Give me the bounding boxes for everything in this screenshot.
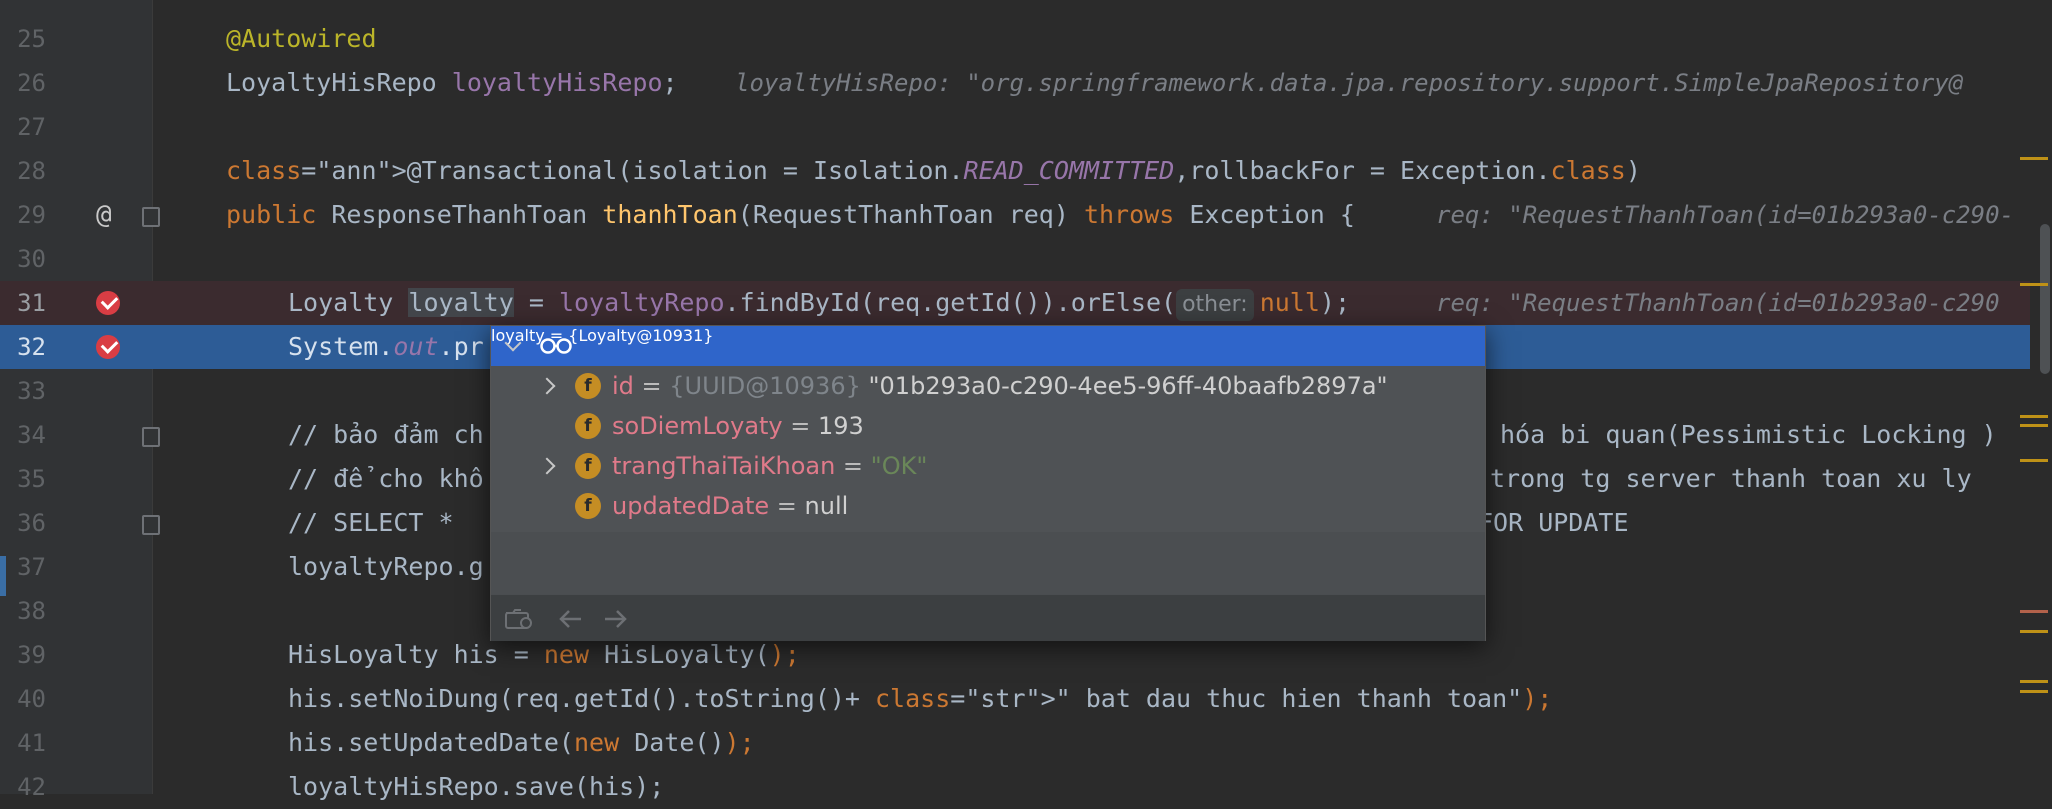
chevron-right-icon[interactable] [538, 377, 556, 395]
forward-arrow-icon[interactable] [601, 608, 629, 630]
field-icon: f [575, 453, 601, 479]
code-text: loyaltyRepo.g [288, 552, 484, 581]
line-number: 30 [17, 245, 46, 273]
popup-root-node[interactable]: loyalty = {Loyalty@10931} [491, 326, 1485, 366]
code-text: // bảo đảm ch [288, 420, 484, 449]
code-line-31[interactable]: 31 Loyalty loyalty = loyaltyRepo.findByI… [0, 281, 2030, 325]
chevron-right-icon[interactable] [538, 457, 556, 475]
field-icon: f [575, 493, 601, 519]
breakpoint-icon[interactable] [96, 291, 120, 315]
code-line-42[interactable]: 42 loyaltyHisRepo.save(his); [0, 765, 2030, 809]
field-entry: id = {UUID@10936} "01b293a0-c290-4ee5-96… [612, 372, 1388, 400]
watch-glasses-icon [540, 338, 572, 354]
line-number: 41 [17, 729, 46, 757]
line-number: 31 [17, 289, 46, 317]
inline-debug-value: req: "RequestThanhToan(id=01b293a0-c290 [1436, 289, 2000, 317]
line-number: 37 [17, 553, 46, 581]
code-line-40[interactable]: 40 his.setNoiDung(req.getId().toString()… [0, 677, 2030, 721]
line-number: 38 [17, 597, 46, 625]
code-text-tail: trong tg server thanh toan xu ly [1490, 464, 1972, 493]
code-text: his.setUpdatedDate(new Date()); [288, 728, 755, 757]
line-number: 40 [17, 685, 46, 713]
field-entry: trangThaiTaiKhoan = "OK" [612, 452, 928, 480]
line-number: 27 [17, 113, 46, 141]
line-number: 26 [17, 69, 46, 97]
root-node-label: loyalty = {Loyalty@10931} [491, 326, 714, 345]
code-line-26[interactable]: 26 LoyaltyHisRepo loyaltyHisRepo; loyalt… [0, 61, 2030, 105]
popup-toolbar [491, 594, 1485, 641]
error-stripe-marker[interactable] [2020, 459, 2048, 462]
code-text: class="ann">@Transactional(isolation = I… [226, 156, 1641, 185]
code-line-41[interactable]: 41 his.setUpdatedDate(new Date()); [0, 721, 2030, 765]
error-stripe-marker[interactable] [2020, 157, 2048, 160]
code-text: LoyaltyHisRepo loyaltyHisRepo; [226, 68, 678, 97]
line-number: 33 [17, 377, 46, 405]
debug-value-popup[interactable]: loyalty = {Loyalty@10931} f id = {UUID@1… [490, 325, 1486, 641]
code-text-tail: hóa bi quan(Pessimistic Locking ) [1500, 420, 1997, 449]
error-stripe-marker[interactable] [2020, 283, 2048, 286]
inline-debug-value: req: "RequestThanhToan(id=01b293a0-c290- [1436, 201, 2014, 229]
tree-node-id[interactable]: f id = {UUID@10936} "01b293a0-c290-4ee5-… [491, 366, 1485, 406]
scrollbar-thumb[interactable] [2040, 224, 2050, 374]
error-stripe-marker[interactable] [2020, 680, 2048, 683]
override-marker-icon[interactable]: @ [96, 193, 112, 237]
error-stripe-marker[interactable] [2020, 690, 2048, 693]
field-icon: f [575, 373, 601, 399]
error-stripe-marker[interactable] [2020, 424, 2048, 427]
code-line-27[interactable]: 27 [0, 105, 2030, 149]
code-text: public ResponseThanhToan thanhToan(Reque… [226, 200, 1355, 229]
back-arrow-icon[interactable] [557, 608, 585, 630]
line-number: 32 [17, 333, 46, 361]
error-stripe-marker[interactable] [2020, 610, 2048, 613]
line-number: 42 [17, 773, 46, 801]
tree-node-trangThaiTaiKhoan[interactable]: f trangThaiTaiKhoan = "OK" [491, 446, 1485, 486]
error-stripe-marker[interactable] [2020, 630, 2048, 633]
code-text: // để cho khô [288, 464, 484, 493]
line-number: 25 [17, 25, 46, 53]
code-line-28[interactable]: 28 class="ann">@Transactional(isolation … [0, 149, 2030, 193]
breakpoint-icon[interactable] [96, 335, 120, 359]
vertical-scrollbar[interactable] [2038, 0, 2052, 794]
code-text: Loyalty loyalty = loyaltyRepo.findById(r… [288, 281, 1350, 325]
code-text: // SELECT * [288, 508, 454, 537]
code-text: his.setNoiDung(req.getId().toString()+ c… [288, 684, 1553, 713]
field-icon: f [575, 413, 601, 439]
inline-debug-value: loyaltyHisRepo: "org.springframework.dat… [735, 69, 1964, 97]
code-line-29[interactable]: 29 @ public ResponseThanhToan thanhToan(… [0, 193, 2030, 237]
code-line-30[interactable]: 30 [0, 237, 2030, 281]
fold-marker-icon[interactable] [142, 515, 160, 535]
line-number: 28 [17, 157, 46, 185]
fold-marker-icon[interactable] [142, 207, 160, 227]
line-number: 29 [17, 201, 46, 229]
code-text-tail: FOR UPDATE [1478, 508, 1629, 537]
tree-node-updatedDate[interactable]: f updatedDate = null [491, 486, 1485, 526]
tree-node-soDiemLoyaty[interactable]: f soDiemLoyaty = 193 [491, 406, 1485, 446]
field-entry: updatedDate = null [612, 492, 849, 520]
line-number: 36 [17, 509, 46, 537]
field-entry: soDiemLoyaty = 193 [612, 412, 864, 440]
code-text: loyaltyHisRepo.save(his); [288, 772, 665, 801]
line-number: 34 [17, 421, 46, 449]
code-text: System.out.pr [288, 332, 484, 361]
parameter-hint: other: [1176, 289, 1254, 321]
error-stripe-marker[interactable] [2020, 415, 2048, 418]
fold-marker-icon[interactable] [142, 427, 160, 447]
line-number: 39 [17, 641, 46, 669]
line-number: 35 [17, 465, 46, 493]
history-icon[interactable] [505, 608, 533, 630]
code-line-25[interactable]: 25 @Autowired [0, 17, 2030, 61]
code-text: @Autowired [226, 24, 377, 53]
